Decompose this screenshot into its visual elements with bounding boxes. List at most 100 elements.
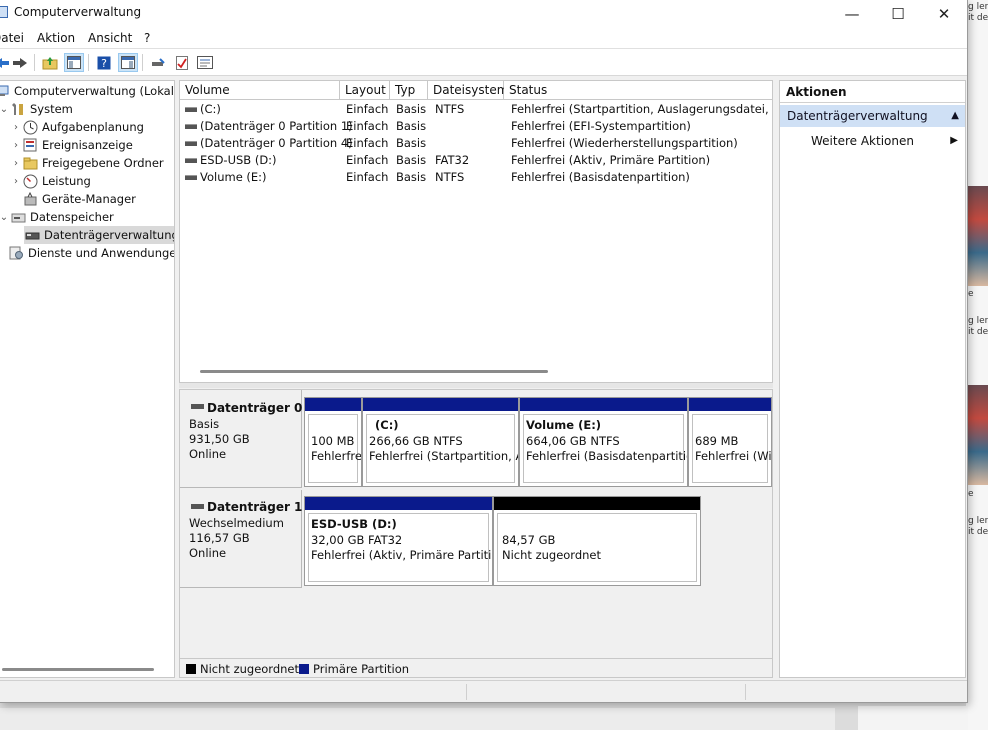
volume-row[interactable]: ESD-USB (D:) Einfach Basis FAT32 Fehlerf…	[180, 152, 772, 169]
volume-row[interactable]: (Datenträger 0 Partition 1) Einfach Basi…	[180, 118, 772, 135]
forward-arrow-icon[interactable]	[10, 53, 30, 72]
submenu-arrow-icon: ▶	[950, 135, 958, 146]
partition-status: Fehlerfrei (Aktiv, Primäre Partition)	[311, 548, 493, 562]
performance-icon	[22, 174, 38, 188]
menu-aktion[interactable]: Aktion	[37, 31, 75, 45]
computer-management-icon	[0, 84, 10, 98]
partition-c[interactable]: (C:) 266,66 GB NTFS Fehlerfrei (Startpar…	[362, 397, 519, 487]
maximize-button[interactable]: ☐	[875, 0, 921, 27]
primary-partition-bar	[363, 398, 518, 411]
menu-ansicht[interactable]: Ansicht	[88, 31, 132, 45]
tree-scrollbar[interactable]	[2, 668, 154, 671]
clock-icon	[22, 120, 38, 134]
column-layout[interactable]: Layout	[340, 81, 390, 100]
menu-datei[interactable]: Datei	[0, 31, 24, 45]
legend-swatch-unallocated	[186, 664, 196, 674]
disk-type: Basis	[189, 417, 220, 431]
partition-title: ESD-USB (D:)	[311, 517, 397, 531]
volume-typ: Basis	[396, 153, 427, 167]
title-bar[interactable]: Computerverwaltung — ☐ ✕	[0, 0, 967, 27]
tree-item-leistung[interactable]: › Leistung	[10, 172, 91, 190]
minimize-button[interactable]: —	[829, 0, 875, 27]
actions-section-datentraegerverwaltung[interactable]: Datenträgerverwaltung ▲	[780, 105, 965, 127]
partition-d[interactable]: ESD-USB (D:) 32,00 GB FAT32 Fehlerfrei (…	[304, 496, 493, 586]
tree-item-freigegebene-ordner[interactable]: › Freigegebene Ordner	[10, 154, 164, 172]
column-typ[interactable]: Typ	[390, 81, 428, 100]
menu-bar: Datei Aktion Ansicht ?	[0, 27, 967, 49]
volume-row[interactable]: (Datenträger 0 Partition 4) Einfach Basi…	[180, 135, 772, 152]
collapse-up-icon[interactable]: ▲	[951, 110, 959, 121]
pane-splitter[interactable]	[179, 383, 773, 388]
partition-efi[interactable]: 100 MB Fehlerfrei (EFI-Systempartition)	[304, 397, 362, 487]
volume-layout: Einfach	[346, 102, 389, 116]
tree-item-geraete-manager[interactable]: Geräte-Manager	[22, 190, 136, 208]
volume-row[interactable]: (C:) Einfach Basis NTFS Fehlerfrei (Star…	[180, 101, 772, 118]
console-tree-icon[interactable]	[64, 53, 84, 72]
up-folder-icon[interactable]	[40, 53, 60, 72]
app-icon	[0, 6, 8, 18]
tree-item-aufgabenplanung[interactable]: › Aufgabenplanung	[10, 118, 144, 136]
connect-drive-icon[interactable]	[148, 53, 168, 72]
tree-item-datentraegerverwaltung[interactable]: Datenträgerverwaltung	[24, 226, 174, 244]
legend-label: Nicht zugeordnet	[200, 662, 300, 676]
toolbar: ?	[0, 49, 967, 76]
action-pane-icon[interactable]	[118, 53, 138, 72]
checklist-icon	[176, 55, 188, 70]
disk-0-label[interactable]: Datenträger 0 Basis 931,50 GB Online	[180, 390, 302, 488]
forward-arrow-icon	[13, 57, 27, 68]
volume-typ: Basis	[396, 136, 427, 150]
tree-item-label: Ereignisanzeige	[42, 138, 133, 152]
partition-unallocated[interactable]: 84,57 GB Nicht zugeordnet	[493, 496, 701, 586]
tree-item-ereignisanzeige[interactable]: › Ereignisanzeige	[10, 136, 133, 154]
column-dateisystem[interactable]: Dateisystem	[428, 81, 508, 100]
help-icon[interactable]: ?	[94, 53, 114, 72]
partition-recovery[interactable]: 689 MB Fehlerfrei (Wiederherstellungspar…	[688, 397, 772, 487]
tree-item-label: Freigegebene Ordner	[42, 156, 164, 170]
column-status[interactable]: Status	[504, 81, 772, 100]
weitere-aktionen-item[interactable]: Weitere Aktionen ▶	[780, 131, 965, 151]
legend-label: Primäre Partition	[313, 662, 410, 676]
checklist-icon[interactable]	[172, 53, 192, 72]
tree-item-system[interactable]: ⌄ System	[0, 100, 73, 118]
tree-root[interactable]: Computerverwaltung (Lokal)	[0, 82, 175, 100]
volume-list-scrollbar[interactable]	[200, 370, 548, 373]
tools-icon	[10, 102, 26, 116]
background-text: g lern	[968, 316, 988, 326]
tree-item-datenspeicher[interactable]: ⌄ Datenspeicher	[0, 208, 114, 226]
collapse-icon[interactable]: ⌄	[0, 104, 10, 115]
disk-management-icon	[24, 228, 40, 242]
volume-row[interactable]: Volume (E:) Einfach Basis NTFS Fehlerfre…	[180, 169, 772, 186]
properties-icon[interactable]	[195, 53, 215, 72]
toolbar-separator	[88, 54, 89, 71]
volume-layout: Einfach	[346, 170, 389, 184]
volume-name: (Datenträger 0 Partition 4)	[200, 136, 353, 150]
tree-item-label: System	[30, 102, 73, 116]
disk-state: Online	[189, 546, 227, 560]
background-text: e	[968, 489, 974, 499]
disk-type: Wechselmedium	[189, 516, 284, 530]
actions-pane: Aktionen Datenträgerverwaltung ▲ Weitere…	[779, 80, 966, 678]
disk-icon	[191, 504, 204, 509]
disk-1-label[interactable]: Datenträger 1 Wechselmedium 116,57 GB On…	[180, 490, 302, 588]
primary-partition-bar	[305, 497, 492, 510]
expand-icon[interactable]: ›	[10, 176, 22, 187]
column-volume[interactable]: Volume	[180, 81, 340, 100]
expand-icon[interactable]: ›	[10, 158, 22, 169]
background-text: it de	[968, 527, 988, 537]
expand-icon[interactable]: ›	[10, 122, 22, 133]
tree-item-dienste-und-anwendungen[interactable]: Dienste und Anwendungen	[8, 244, 174, 262]
up-folder-icon	[42, 56, 58, 69]
computer-management-window: Computerverwaltung — ☐ ✕ Datei Aktion An…	[0, 0, 968, 703]
svg-text:?: ?	[101, 57, 107, 70]
background-panel	[0, 708, 835, 730]
shared-folder-icon	[22, 156, 38, 170]
menu-help[interactable]: ?	[144, 31, 150, 45]
tree-root-label: Computerverwaltung (Lokal)	[14, 84, 175, 98]
disk-name: Datenträger 1	[207, 500, 303, 514]
collapse-icon[interactable]: ⌄	[0, 212, 10, 223]
close-button[interactable]: ✕	[921, 0, 967, 27]
partition-e[interactable]: Volume (E:) 664,06 GB NTFS Fehlerfrei (B…	[519, 397, 688, 487]
expand-icon[interactable]: ›	[10, 140, 22, 151]
partition-status: Fehlerfrei (EFI-Systempartition)	[311, 449, 362, 463]
drive-icon	[185, 141, 197, 146]
